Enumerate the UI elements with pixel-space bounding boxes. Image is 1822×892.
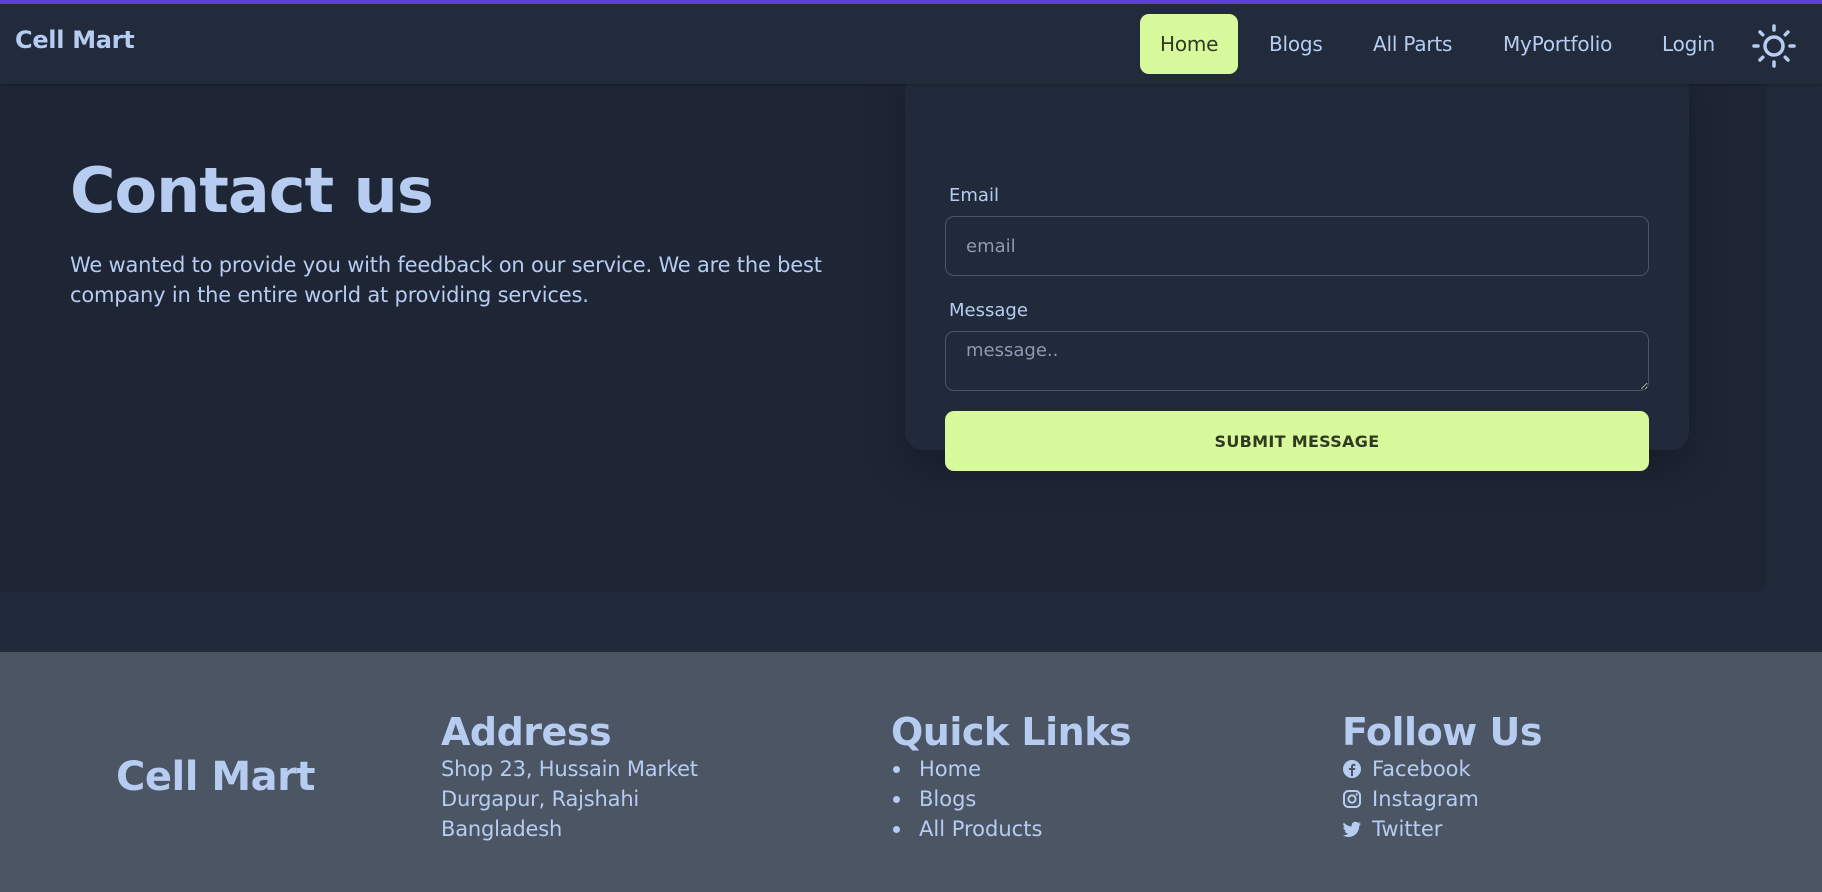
contact-hero: Contact us We wanted to provide you with… [0, 64, 1767, 592]
nav-myportfolio[interactable]: MyPortfolio [1483, 14, 1632, 74]
navbar: Cell Mart Home Blogs All Parts MyPortfol… [0, 4, 1822, 84]
nav-login[interactable]: Login [1642, 14, 1735, 74]
message-label: Message [949, 300, 1028, 321]
quick-links-list: Home Blogs All Products [891, 754, 1131, 844]
social-label: Instagram [1372, 787, 1479, 811]
footer-address: Address Shop 23, Hussain Market Durgapur… [441, 710, 698, 844]
page-title: Contact us [70, 154, 434, 227]
footer-brand: Cell Mart [116, 754, 315, 800]
quick-link-blogs[interactable]: Blogs [891, 784, 1131, 814]
twitter-icon [1342, 821, 1361, 837]
social-label: Twitter [1372, 817, 1443, 841]
footer-follow-us: Follow Us Facebook Instagram Twitter [1342, 710, 1543, 844]
quick-links-heading: Quick Links [891, 710, 1132, 754]
footer-quick-links: Quick Links Home Blogs All Products [891, 710, 1132, 844]
nav-home[interactable]: Home [1140, 14, 1239, 74]
address-heading: Address [441, 710, 612, 754]
instagram-icon [1343, 790, 1361, 808]
footer: Cell Mart Address Shop 23, Hussain Marke… [0, 652, 1822, 892]
nav-all-parts[interactable]: All Parts [1353, 14, 1472, 74]
social-instagram[interactable]: Instagram [1342, 784, 1542, 814]
social-facebook[interactable]: Facebook [1342, 754, 1542, 784]
email-field[interactable] [945, 216, 1649, 276]
address-line: Shop 23, Hussain Market [441, 757, 698, 781]
address-line: Durgapur, Rajshahi [441, 787, 640, 811]
brand-logo[interactable]: Cell Mart [15, 26, 135, 54]
top-accent-line [0, 0, 1822, 4]
sun-icon[interactable] [1752, 24, 1796, 68]
email-label: Email [949, 185, 999, 206]
facebook-icon [1343, 760, 1361, 778]
address-line: Bangladesh [441, 817, 563, 841]
quick-link-all-products[interactable]: All Products [891, 814, 1131, 844]
social-twitter[interactable]: Twitter [1342, 814, 1542, 844]
quick-link-home[interactable]: Home [891, 754, 1131, 784]
contact-form-card: Email Message SUBMIT MESSAGE [905, 64, 1689, 471]
message-field[interactable] [945, 331, 1649, 391]
social-label: Facebook [1372, 757, 1471, 781]
submit-message-button[interactable]: SUBMIT MESSAGE [945, 411, 1649, 471]
follow-us-heading: Follow Us [1342, 710, 1543, 754]
nav-blogs[interactable]: Blogs [1249, 14, 1343, 74]
hero-description: We wanted to provide you with feedback o… [70, 253, 822, 307]
